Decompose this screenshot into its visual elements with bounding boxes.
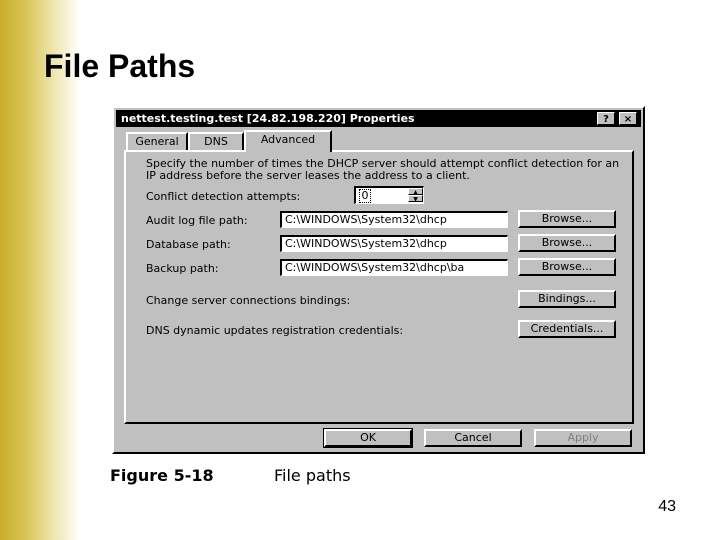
tab-general[interactable]: General — [126, 132, 188, 150]
backup-path-label: Backup path: — [146, 262, 219, 275]
bindings-label: Change server connections bindings: — [146, 294, 351, 307]
dialog-title: nettest.testing.test [24.82.198.220] Pro… — [121, 112, 415, 125]
slide-title: File Paths — [44, 48, 196, 84]
dialog-titlebar: nettest.testing.test [24.82.198.220] Pro… — [116, 110, 641, 127]
spin-up-icon[interactable]: ▲ — [408, 188, 423, 196]
figure-number: Figure 5-18 — [110, 466, 214, 485]
conflict-description: Specify the number of times the DHCP ser… — [146, 157, 620, 182]
database-browse-button[interactable]: Browse... — [518, 234, 616, 252]
credentials-button[interactable]: Credentials... — [518, 320, 616, 338]
cancel-button[interactable]: Cancel — [424, 429, 522, 447]
bindings-button[interactable]: Bindings... — [518, 290, 616, 308]
help-button[interactable]: ? — [597, 112, 615, 125]
backup-path-input[interactable]: C:\WINDOWS\System32\dhcp\ba — [280, 259, 508, 276]
conflict-attempts-value[interactable]: 0 — [359, 189, 371, 203]
audit-log-path-input[interactable]: C:\WINDOWS\System32\dhcp — [280, 211, 508, 228]
spin-down-icon[interactable]: ▼ — [408, 195, 423, 203]
close-button[interactable]: × — [619, 112, 637, 125]
conflict-attempts-spinner[interactable]: 0 ▲ ▼ — [354, 186, 424, 204]
credentials-label: DNS dynamic updates registration credent… — [146, 324, 404, 337]
backup-browse-button[interactable]: Browse... — [518, 258, 616, 276]
page-number: 43 — [658, 498, 676, 515]
database-path-label: Database path: — [146, 238, 231, 251]
audit-log-path-label: Audit log file path: — [146, 214, 248, 227]
conflict-attempts-label: Conflict detection attempts: — [146, 190, 301, 203]
database-path-input[interactable]: C:\WINDOWS\System32\dhcp — [280, 235, 508, 252]
figure-caption-text: File paths — [274, 466, 351, 485]
audit-browse-button[interactable]: Browse... — [518, 210, 616, 228]
spinner-buttons: ▲ ▼ — [408, 188, 423, 203]
figure-caption: Figure 5-18 File paths — [110, 466, 351, 485]
tab-dns[interactable]: DNS — [188, 132, 244, 150]
apply-button[interactable]: Apply — [534, 429, 632, 447]
tab-advanced[interactable]: Advanced — [244, 130, 332, 152]
ok-button[interactable]: OK — [323, 428, 413, 448]
properties-dialog: nettest.testing.test [24.82.198.220] Pro… — [112, 106, 645, 454]
